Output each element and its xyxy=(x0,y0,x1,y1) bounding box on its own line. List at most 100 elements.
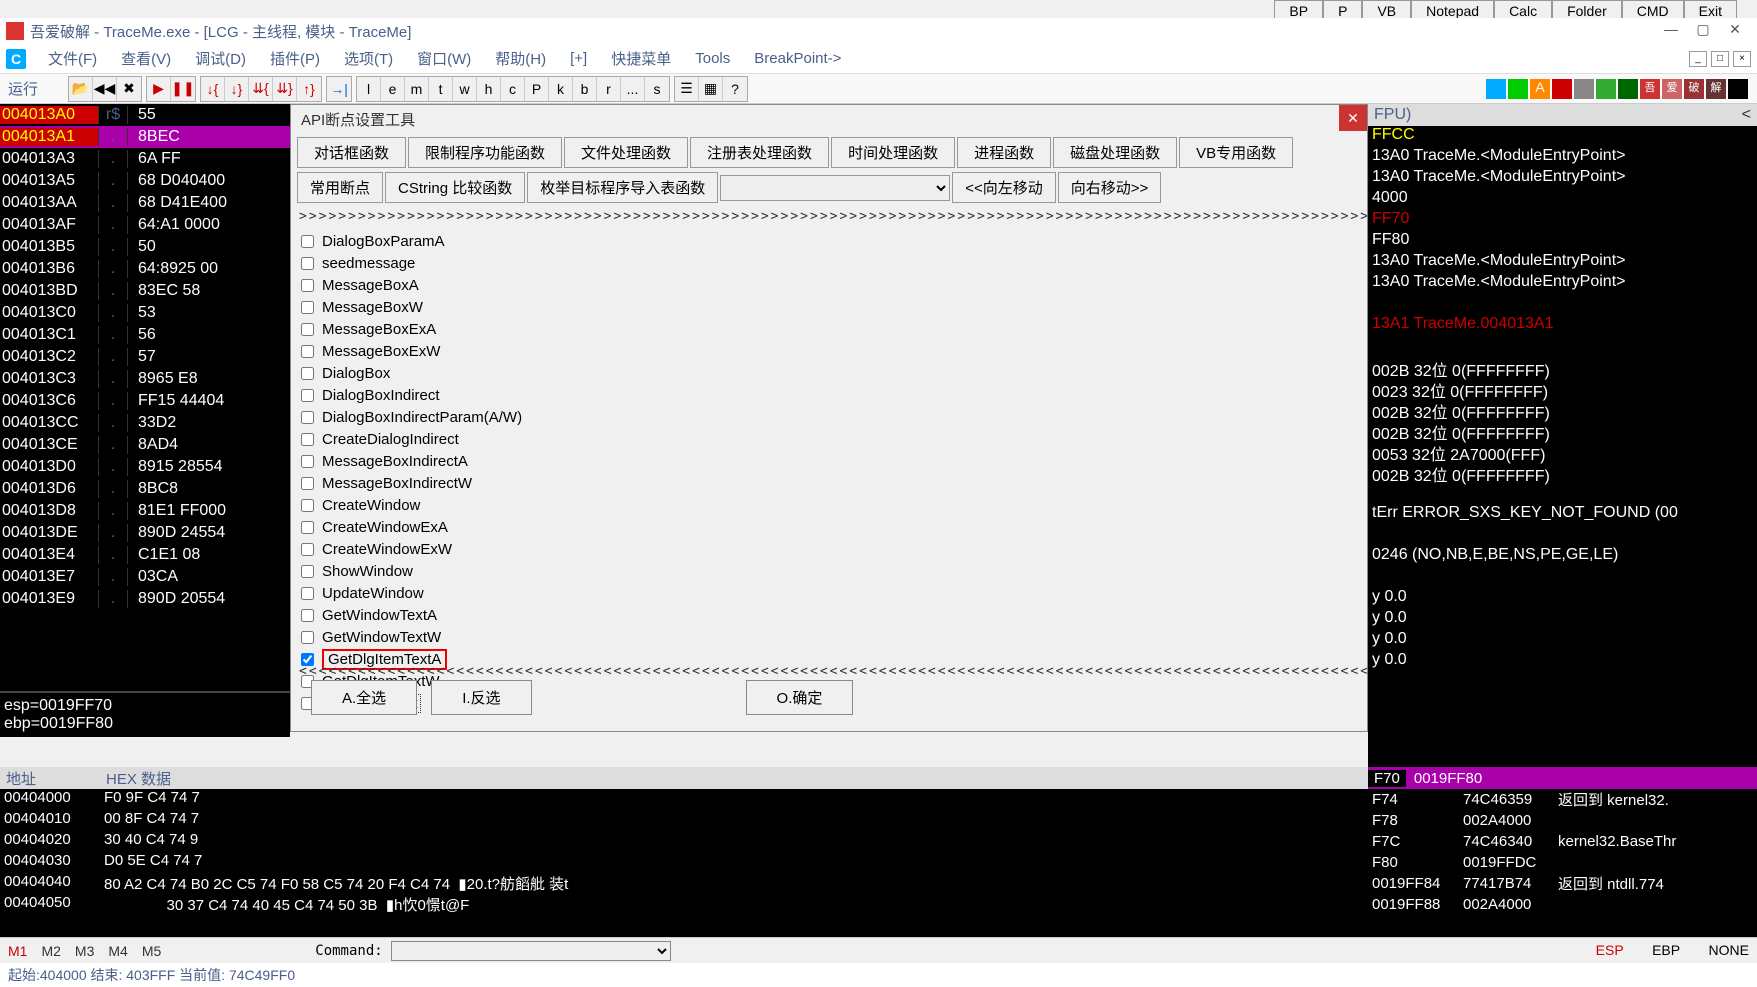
api-checkbox[interactable] xyxy=(301,565,314,578)
api-checkbox[interactable] xyxy=(301,455,314,468)
menu-item[interactable]: [+] xyxy=(558,46,599,71)
stack-pane[interactable]: F70 0019FF80 F7474C46359返回到 kernel32.F78… xyxy=(1368,767,1757,937)
open-icon[interactable]: 📂 xyxy=(69,77,93,101)
window-button-l[interactable]: l xyxy=(357,77,381,101)
step-out-icon[interactable]: ↑} xyxy=(297,77,321,101)
pause-icon[interactable]: ❚❚ xyxy=(171,77,195,101)
api-check-item[interactable]: seedmessage xyxy=(301,252,1357,274)
collapse-arrow-icon[interactable]: < xyxy=(1742,106,1751,124)
api-check-item[interactable]: MessageBoxW xyxy=(301,296,1357,318)
menu-item[interactable]: Tools xyxy=(683,46,742,71)
select-all-button[interactable]: A.全选 xyxy=(311,680,417,715)
stack-row[interactable]: F7C74C46340kernel32.BaseThr xyxy=(1368,831,1757,852)
help-icon[interactable]: ? xyxy=(723,77,747,101)
window-button-m[interactable]: m xyxy=(405,77,429,101)
api-checkbox[interactable] xyxy=(301,323,314,336)
api-check-item[interactable]: MessageBoxExW xyxy=(301,340,1357,362)
disasm-row[interactable]: 004013BD.83EC 58 xyxy=(0,280,290,302)
hex-row[interactable]: 0040402030 40 C4 74 9 xyxy=(0,831,1368,852)
window-button-P[interactable]: P xyxy=(525,77,549,101)
category-tab[interactable]: 对话框函数 xyxy=(297,137,406,168)
maximize-button[interactable]: ▢ xyxy=(1687,18,1719,40)
hex-row[interactable]: 00404050 30 37 C4 74 40 45 C4 74 50 3B ▮… xyxy=(0,894,1368,915)
color-swatch[interactable]: 破 xyxy=(1684,79,1704,99)
api-checkbox[interactable] xyxy=(301,279,314,292)
disasm-row[interactable]: 004013B6.64:8925 00 xyxy=(0,258,290,280)
menu-item[interactable]: 帮助(H) xyxy=(483,44,558,73)
api-check-item[interactable]: CreateWindow xyxy=(301,494,1357,516)
color-swatch[interactable]: 爱 xyxy=(1662,79,1682,99)
list-icon[interactable]: ☰ xyxy=(675,77,699,101)
menu-item[interactable]: BreakPoint-> xyxy=(742,46,853,71)
minimize-button[interactable]: — xyxy=(1655,18,1687,40)
goto-icon[interactable]: →| xyxy=(327,77,351,101)
category-tab[interactable]: 磁盘处理函数 xyxy=(1053,137,1177,168)
menu-item[interactable]: 选项(T) xyxy=(332,44,405,73)
color-swatch[interactable] xyxy=(1728,79,1748,99)
color-swatch[interactable] xyxy=(1574,79,1594,99)
dialog-close-button[interactable]: ✕ xyxy=(1339,105,1367,131)
disasm-row[interactable]: 004013D8.81E1 FF000 xyxy=(0,500,290,522)
close-file-icon[interactable]: ✖ xyxy=(117,77,141,101)
api-check-item[interactable]: ShowWindow xyxy=(301,560,1357,582)
api-checkbox[interactable] xyxy=(301,411,314,424)
import-select[interactable] xyxy=(720,175,950,201)
window-button-t[interactable]: t xyxy=(429,77,453,101)
disasm-row[interactable]: 004013C3.8965 E8 xyxy=(0,368,290,390)
window-button-h[interactable]: h xyxy=(477,77,501,101)
disasm-row[interactable]: 004013C2.57 xyxy=(0,346,290,368)
marker-m4[interactable]: M4 xyxy=(108,943,127,959)
mdi-close[interactable]: × xyxy=(1733,51,1751,67)
disasm-row[interactable]: 004013A0r$55 xyxy=(0,104,290,126)
menu-item[interactable]: 调试(D) xyxy=(183,44,258,73)
marker-m1[interactable]: M1 xyxy=(8,943,27,959)
category-tab[interactable]: 进程函数 xyxy=(957,137,1051,168)
disasm-row[interactable]: 004013AA.68 D41E400 xyxy=(0,192,290,214)
disassembly-pane[interactable]: 004013A0r$55004013A1.8BEC004013A3.6A FF0… xyxy=(0,104,290,737)
api-checkbox[interactable] xyxy=(301,257,314,270)
category-tab[interactable]: 限制程序功能函数 xyxy=(408,137,562,168)
hex-row[interactable]: 00404030D0 5E C4 74 7 xyxy=(0,852,1368,873)
menu-item[interactable]: 窗口(W) xyxy=(405,44,483,73)
color-swatch[interactable]: 吾 xyxy=(1640,79,1660,99)
api-checkbox[interactable] xyxy=(301,543,314,556)
hex-row[interactable]: 00404000F0 9F C4 74 7 xyxy=(0,789,1368,810)
disasm-row[interactable]: 004013A5.68 D040400 xyxy=(0,170,290,192)
mdi-min[interactable]: _ xyxy=(1689,51,1707,67)
color-swatch[interactable] xyxy=(1618,79,1638,99)
api-check-item[interactable]: CreateWindowExA xyxy=(301,516,1357,538)
menu-item[interactable]: 插件(P) xyxy=(258,44,332,73)
window-button-r[interactable]: r xyxy=(597,77,621,101)
marker-m5[interactable]: M5 xyxy=(142,943,161,959)
command-input[interactable] xyxy=(391,941,671,961)
trace-over-icon[interactable]: ⇊} xyxy=(273,77,297,101)
nav-button[interactable]: <<向左移动 xyxy=(952,172,1056,203)
marker-m2[interactable]: M2 xyxy=(41,943,60,959)
api-check-item[interactable]: MessageBoxIndirectW xyxy=(301,472,1357,494)
api-check-item[interactable]: CreateWindowExW xyxy=(301,538,1357,560)
color-swatch[interactable]: A xyxy=(1530,79,1550,99)
ok-button[interactable]: O.确定 xyxy=(746,680,854,715)
disasm-row[interactable]: 004013A3.6A FF xyxy=(0,148,290,170)
api-checkbox[interactable] xyxy=(301,631,314,644)
play-icon[interactable]: ▶ xyxy=(147,77,171,101)
api-check-item[interactable]: DialogBoxIndirectParam(A/W) xyxy=(301,406,1357,428)
window-button-s[interactable]: s xyxy=(645,77,669,101)
none-mode[interactable]: NONE xyxy=(1709,942,1749,958)
esp-mode[interactable]: ESP xyxy=(1596,942,1624,958)
api-check-item[interactable]: GetWindowTextW xyxy=(301,626,1357,648)
api-checkbox[interactable] xyxy=(301,367,314,380)
disasm-row[interactable]: 004013E7.03CA xyxy=(0,566,290,588)
stack-row[interactable]: F7474C46359返回到 kernel32. xyxy=(1368,789,1757,810)
api-checkbox[interactable] xyxy=(301,389,314,402)
disasm-row[interactable]: 004013AF.64:A1 0000 xyxy=(0,214,290,236)
api-check-item[interactable]: DialogBoxIndirect xyxy=(301,384,1357,406)
color-swatch[interactable] xyxy=(1508,79,1528,99)
disasm-row[interactable]: 004013B5.50 xyxy=(0,236,290,258)
color-swatch[interactable]: 解 xyxy=(1706,79,1726,99)
color-swatch[interactable] xyxy=(1486,79,1506,99)
subcategory-tab[interactable]: 常用断点 xyxy=(297,172,383,203)
disasm-row[interactable]: 004013C6.FF15 44404 xyxy=(0,390,290,412)
api-checkbox[interactable] xyxy=(301,235,314,248)
category-tab[interactable]: 文件处理函数 xyxy=(564,137,688,168)
